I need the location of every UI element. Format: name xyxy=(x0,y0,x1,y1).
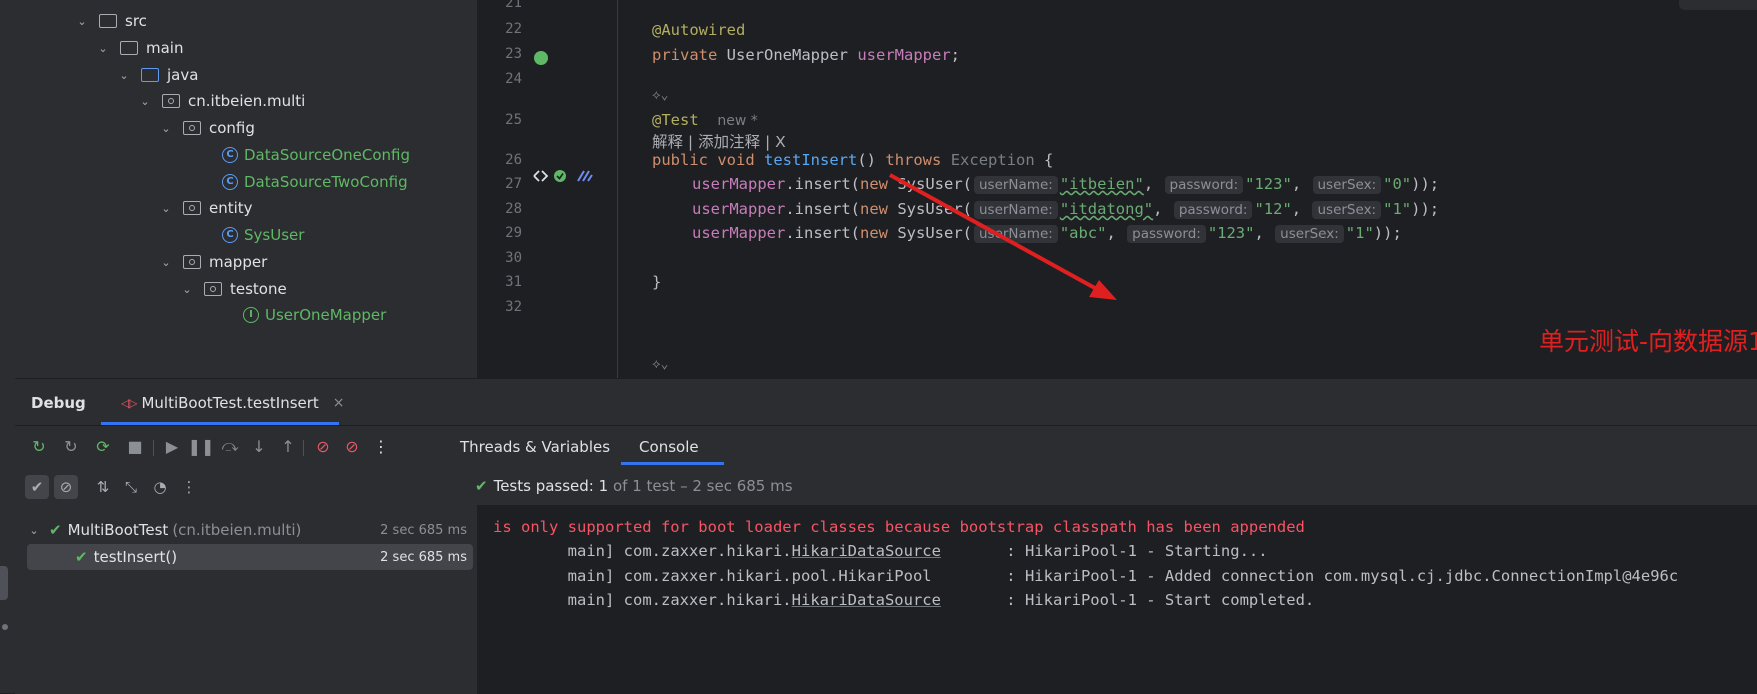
chevron-down-icon[interactable]: ⌄ xyxy=(75,15,89,28)
chevron-down-icon[interactable]: ⌄ xyxy=(159,202,173,215)
package-icon xyxy=(183,121,201,135)
tree-item-config[interactable]: ⌄ config xyxy=(159,115,255,141)
code-editor[interactable]: 21 22 23 24 25 26 27 28 29 30 31 32 @Aut… xyxy=(477,0,1757,378)
tree-item-main[interactable]: ⌄ main xyxy=(96,35,183,61)
show-ignored-icon[interactable]: ⊘ xyxy=(54,475,78,499)
view-breakpoints-icon[interactable]: ⊘ xyxy=(313,436,333,456)
tree-item-entity[interactable]: ⌄ entity xyxy=(159,195,252,221)
tree-item-package-root[interactable]: ⌄ cn.itbeien.multi xyxy=(138,88,305,114)
debug-title: Debug xyxy=(31,394,86,412)
debug-toolbar: ↻ ↻ ⟳ ■ ▶ ❚❚ ⤼ ↓ ↑ ⊘ ⊘ ⋮ Threads & Varia… xyxy=(15,426,1757,466)
test-toolbar: ✔ ⊘ ⇅ ⤡ ◔ ⋮ ✔ Tests passed: 1 of 1 test –… xyxy=(15,467,1757,505)
tree-item-java[interactable]: ⌄ java xyxy=(117,62,198,88)
chevron-down-icon[interactable]: ⌄ xyxy=(27,524,41,537)
collapse-all-icon[interactable]: ⤡ xyxy=(119,475,143,499)
toolbar-divider xyxy=(303,440,304,456)
console-output[interactable]: is only supported for boot loader classe… xyxy=(477,505,1757,694)
rerun-automatically-icon[interactable]: ⟳ xyxy=(93,436,113,456)
step-out-icon[interactable]: ↑ xyxy=(278,436,298,456)
class-icon: C xyxy=(222,227,238,243)
chevron-down-icon[interactable]: ⌄ xyxy=(117,69,131,82)
tree-item-useronemapper[interactable]: I UserOneMapper xyxy=(243,302,386,328)
test-row-method[interactable]: ✔ testInsert() 2 sec 685 ms xyxy=(27,544,473,570)
tool-window-indicator[interactable] xyxy=(0,566,8,600)
console-line: main] com.zaxxer.hikari.HikariDataSource… xyxy=(567,591,1315,609)
more-options-icon[interactable]: ⋮ xyxy=(177,475,201,499)
tests-status: ✔ Tests passed: 1 of 1 test – 2 sec 685 m… xyxy=(475,477,793,495)
check-icon: ✔ xyxy=(475,477,488,495)
class-icon: C xyxy=(222,174,238,190)
console-line: main] com.zaxxer.hikari.HikariDataSource… xyxy=(567,542,1268,560)
tree-item-sysuser[interactable]: C SysUser xyxy=(222,222,304,248)
check-icon: ✔ xyxy=(49,521,62,539)
annotation-callout: 单元测试-向数据源1（test1数据库）新增用户 xyxy=(1539,327,1757,356)
stop-icon[interactable]: ■ xyxy=(125,436,145,456)
step-into-icon[interactable]: ↓ xyxy=(249,436,269,456)
active-tab-indicator xyxy=(621,462,724,465)
pause-icon[interactable]: ❚❚ xyxy=(188,436,215,456)
sort-alphabetically-icon[interactable]: ⇅ xyxy=(91,475,115,499)
console-line: main] com.zaxxer.hikari.pool.HikariPool … xyxy=(567,567,1679,585)
mute-breakpoints-icon[interactable]: ⊘ xyxy=(342,436,362,456)
tree-item-mapper[interactable]: ⌄ mapper xyxy=(159,249,267,275)
tool-window-strip xyxy=(0,0,16,693)
rerun-failed-icon[interactable]: ↻ xyxy=(61,436,81,456)
folder-icon xyxy=(120,41,138,55)
close-icon[interactable]: × xyxy=(333,395,345,411)
step-over-icon[interactable]: ⤼ xyxy=(220,436,240,456)
debug-session-tab[interactable]: ◁▷ MultiBootTest.testInsert × xyxy=(121,394,345,412)
folder-icon xyxy=(99,14,117,28)
chevron-down-icon[interactable]: ⌄ xyxy=(159,122,173,135)
test-row-class[interactable]: ⌄ ✔ MultiBootTest (cn.itbeien.multi) 2 s… xyxy=(27,517,473,543)
toolbar-divider xyxy=(153,440,154,456)
test-results-tree: ⌄ ✔ MultiBootTest (cn.itbeien.multi) 2 s… xyxy=(15,505,477,694)
package-icon xyxy=(183,255,201,269)
package-icon xyxy=(183,201,201,215)
tree-item-datasourceoneconfig[interactable]: C DataSourceOneConfig xyxy=(222,142,410,168)
chevron-down-icon[interactable]: ⌄ xyxy=(96,42,110,55)
chevron-down-icon[interactable]: ⌄ xyxy=(138,95,152,108)
chevron-down-icon[interactable]: ⌄ xyxy=(159,256,173,269)
class-icon: C xyxy=(222,147,238,163)
package-icon xyxy=(204,282,222,296)
tab-console[interactable]: Console xyxy=(639,438,699,456)
project-tree: ⌄ src ⌄ main ⌄ java ⌄ cn.itbeien.multi ⌄… xyxy=(15,0,477,378)
debug-tool-window: Debug ◁▷ MultiBootTest.testInsert × ↻ ↻ … xyxy=(15,378,1757,694)
interface-icon: I xyxy=(243,307,259,323)
debug-view-tabs: Threads & Variables Console xyxy=(460,438,728,456)
show-passed-icon[interactable]: ✔ xyxy=(25,475,49,499)
tree-item-datasourcetwoconfig[interactable]: C DataSourceTwoConfig xyxy=(222,169,408,195)
resume-icon[interactable]: ▶ xyxy=(162,436,182,456)
strip-dot xyxy=(2,624,8,630)
rerun-icon[interactable]: ↻ xyxy=(29,436,49,456)
package-icon xyxy=(162,94,180,108)
source-folder-icon xyxy=(141,68,159,82)
tree-item-testone[interactable]: ⌄ testone xyxy=(180,276,286,302)
tab-threads-variables[interactable]: Threads & Variables xyxy=(460,438,610,456)
console-error-line: is only supported for boot loader classe… xyxy=(493,518,1305,536)
run-config-icon: ◁▷ xyxy=(121,396,138,410)
check-icon: ✔ xyxy=(75,548,88,566)
chevron-down-icon[interactable]: ⌄ xyxy=(180,283,194,296)
tree-item-src[interactable]: ⌄ src xyxy=(75,8,147,34)
sort-by-duration-icon[interactable]: ◔ xyxy=(148,475,172,499)
debug-session-label: MultiBootTest.testInsert xyxy=(141,394,319,412)
debug-header: Debug ◁▷ MultiBootTest.testInsert × xyxy=(15,379,1757,425)
more-options-icon[interactable]: ⋮ xyxy=(371,436,391,456)
